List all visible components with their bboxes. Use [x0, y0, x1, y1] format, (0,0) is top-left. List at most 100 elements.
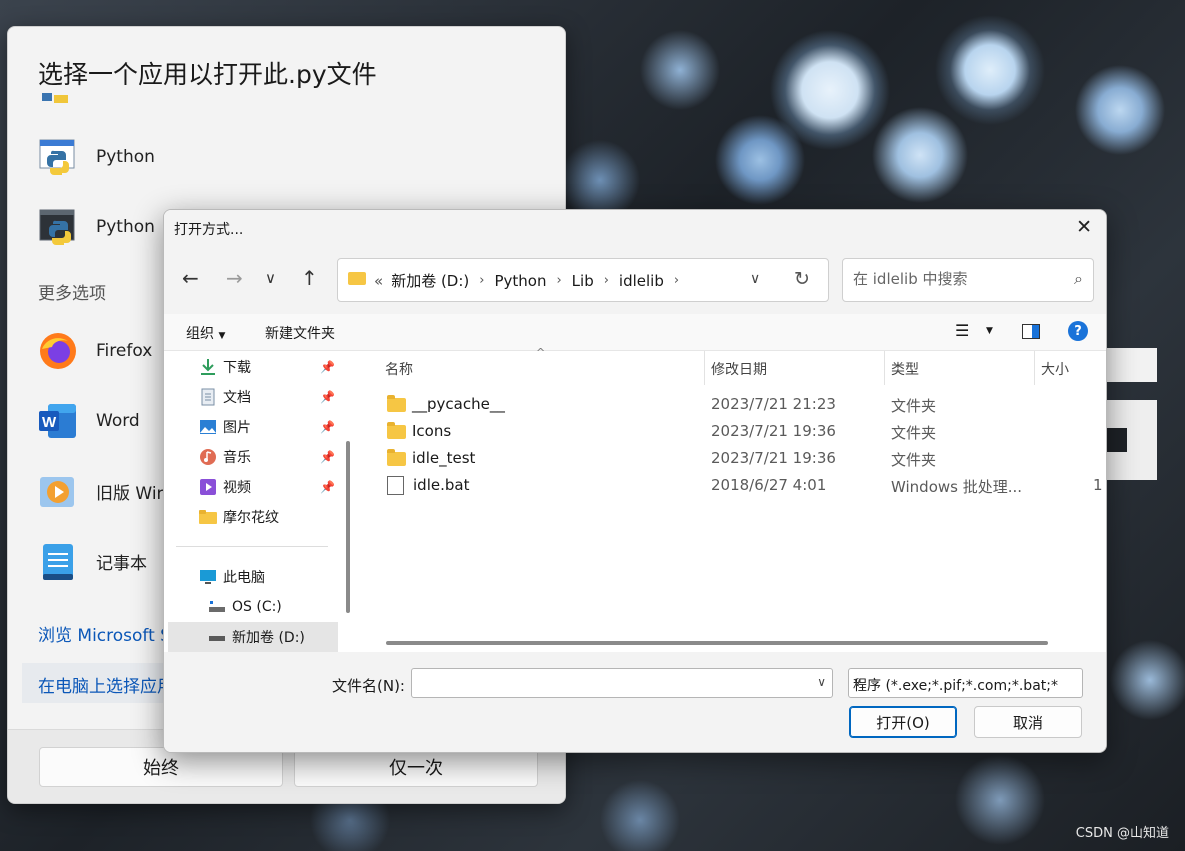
file-list: ^ 名称 修改日期 类型 大小 __pycache__ 2023/7/21 21… [364, 346, 1106, 641]
folder-icon [348, 272, 366, 285]
breadcrumb-separator-icon[interactable]: › [479, 273, 484, 288]
address-dropdown-icon[interactable]: ∨ [750, 271, 760, 287]
app-item-word[interactable]: W Word [38, 399, 140, 443]
organize-menu[interactable]: 组织 ▼ [186, 323, 225, 343]
breadcrumb-overflow[interactable]: « [374, 272, 383, 290]
pin-icon[interactable]: 📌 [320, 390, 335, 404]
nav-item-drive-d[interactable]: 新加卷 (D:) [208, 623, 305, 651]
column-header-name[interactable]: 名称 [385, 359, 413, 379]
background-shape [1105, 348, 1157, 382]
nav-item-music[interactable]: 音乐 [199, 443, 251, 471]
app-item-notepad[interactable]: 记事本 [38, 539, 147, 583]
pin-icon[interactable]: 📌 [320, 480, 335, 494]
search-icon: ⌕ [1074, 269, 1083, 288]
file-row[interactable]: Icons 2023/7/21 19:36 文件夹 [384, 419, 1104, 446]
column-divider[interactable] [884, 351, 885, 385]
folder-icon [387, 448, 406, 466]
search-input[interactable] [851, 269, 1055, 289]
partial-app-icon [40, 93, 80, 107]
pin-icon[interactable]: 📌 [320, 420, 335, 434]
app-chooser-title: 选择一个应用以打开此.py文件 [38, 60, 377, 89]
filetype-select[interactable]: 程序 (*.exe;*.pif;*.com;*.bat;* ∨ [848, 668, 1083, 698]
folder-icon [387, 421, 406, 439]
pictures-icon [199, 418, 217, 436]
app-item-python-2[interactable]: Python [38, 205, 155, 249]
app-item-media-player[interactable]: 旧版 Win [38, 469, 167, 513]
nav-item-drive-c[interactable]: OS (C:) [208, 593, 282, 621]
choose-app-on-pc-link[interactable]: 在电脑上选择应用 [38, 672, 174, 697]
breadcrumb-separator-icon[interactable]: › [604, 273, 609, 288]
nav-item-this-pc[interactable]: 此电脑 [199, 563, 265, 591]
breadcrumb-item[interactable]: 新加卷 (D:) [391, 270, 469, 291]
download-icon [199, 358, 217, 376]
app-item-firefox[interactable]: Firefox [38, 329, 152, 373]
forward-arrow-icon[interactable]: → [226, 266, 243, 290]
nav-item-documents[interactable]: 文档 [199, 383, 251, 411]
column-divider[interactable] [704, 351, 705, 385]
open-button[interactable]: 打开(O) [849, 706, 957, 738]
media-player-icon [38, 471, 78, 511]
file-name: __pycache__ [412, 395, 505, 413]
address-bar[interactable]: « 新加卷 (D:) › Python › Lib › idlelib › ∨ ↻ [337, 258, 829, 302]
file-type: 文件夹 [891, 397, 937, 415]
chevron-down-icon[interactable]: ∨ [817, 675, 826, 689]
nav-label: 下载 [223, 360, 251, 376]
chevron-down-icon[interactable]: ▼ [986, 326, 993, 336]
breadcrumb-separator-icon[interactable]: › [556, 273, 561, 288]
watermark: CSDN @山知道 [1075, 826, 1169, 841]
pin-icon[interactable]: 📌 [320, 360, 335, 374]
back-arrow-icon[interactable]: ← [182, 266, 199, 290]
breadcrumb-item[interactable]: Lib [572, 272, 594, 290]
nav-label: 图片 [223, 420, 251, 436]
document-icon [199, 388, 217, 406]
chevron-down-icon: ▼ [218, 331, 226, 341]
always-button[interactable]: 始终 [39, 747, 283, 787]
pin-icon[interactable]: 📌 [320, 450, 335, 464]
column-header-date[interactable]: 修改日期 [711, 359, 767, 379]
refresh-icon[interactable]: ↻ [794, 268, 810, 290]
command-toolbar: 组织 ▼ 新建文件夹 ☰ ▼ ? [164, 314, 1106, 351]
file-list-scrollbar[interactable] [386, 641, 1048, 645]
file-row[interactable]: idle.bat 2018/6/27 4:01 Windows 批处理... 1 [384, 473, 1104, 500]
dialog-title: 打开方式... [174, 222, 244, 238]
search-box[interactable]: ⌕ [842, 258, 1094, 302]
column-header-size[interactable]: 大小 [1041, 359, 1069, 379]
help-icon[interactable]: ? [1068, 321, 1088, 341]
python-file-icon [38, 137, 78, 177]
video-icon [199, 478, 217, 496]
view-options-icon[interactable]: ☰ [955, 321, 969, 340]
nav-label: 音乐 [223, 450, 251, 466]
nav-item-downloads[interactable]: 下载 [199, 353, 251, 381]
navigation-pane: 下载 📌 文档 📌 图片 📌 音乐 📌 视频 📌 摩尔花纹 此电脑 OS (C:… [164, 351, 359, 652]
nav-label: 摩尔花纹 [223, 510, 279, 526]
up-arrow-icon[interactable]: ↑ [301, 266, 318, 290]
cancel-button[interactable]: 取消 [974, 706, 1082, 738]
file-row[interactable]: idle_test 2023/7/21 19:36 文件夹 [384, 446, 1104, 473]
nav-scrollbar[interactable] [346, 441, 350, 613]
folder-icon [387, 394, 406, 412]
just-once-button[interactable]: 仅一次 [294, 747, 538, 787]
preview-pane-icon[interactable] [1022, 324, 1040, 339]
filename-field[interactable] [418, 673, 812, 692]
breadcrumb-item[interactable]: idlelib [619, 272, 664, 290]
chevron-down-icon[interactable]: ∨ [853, 675, 1061, 689]
app-label: 旧版 Win [96, 483, 168, 504]
sort-ascending-icon: ^ [536, 346, 546, 359]
app-label: Word [96, 411, 140, 431]
filename-combobox[interactable]: ∨ [411, 668, 833, 698]
breadcrumb-item[interactable]: Python [494, 272, 546, 290]
nav-label: 文档 [223, 390, 251, 406]
browse-store-link[interactable]: 浏览 Microsoft S [38, 621, 171, 646]
nav-item-videos[interactable]: 视频 [199, 473, 251, 501]
recent-locations-chevron-icon[interactable]: ∨ [265, 269, 276, 287]
nav-item-pictures[interactable]: 图片 [199, 413, 251, 441]
column-divider[interactable] [1034, 351, 1035, 385]
nav-item-folder[interactable]: 摩尔花纹 [199, 503, 279, 531]
new-folder-button[interactable]: 新建文件夹 [265, 323, 335, 343]
filename-label: 文件名(N): [332, 677, 405, 695]
breadcrumb-separator-icon[interactable]: › [674, 273, 679, 288]
close-icon[interactable]: ✕ [1076, 217, 1092, 237]
column-header-type[interactable]: 类型 [891, 359, 919, 379]
file-row[interactable]: __pycache__ 2023/7/21 21:23 文件夹 [384, 392, 1104, 419]
app-item-python-1[interactable]: Python [38, 135, 155, 179]
